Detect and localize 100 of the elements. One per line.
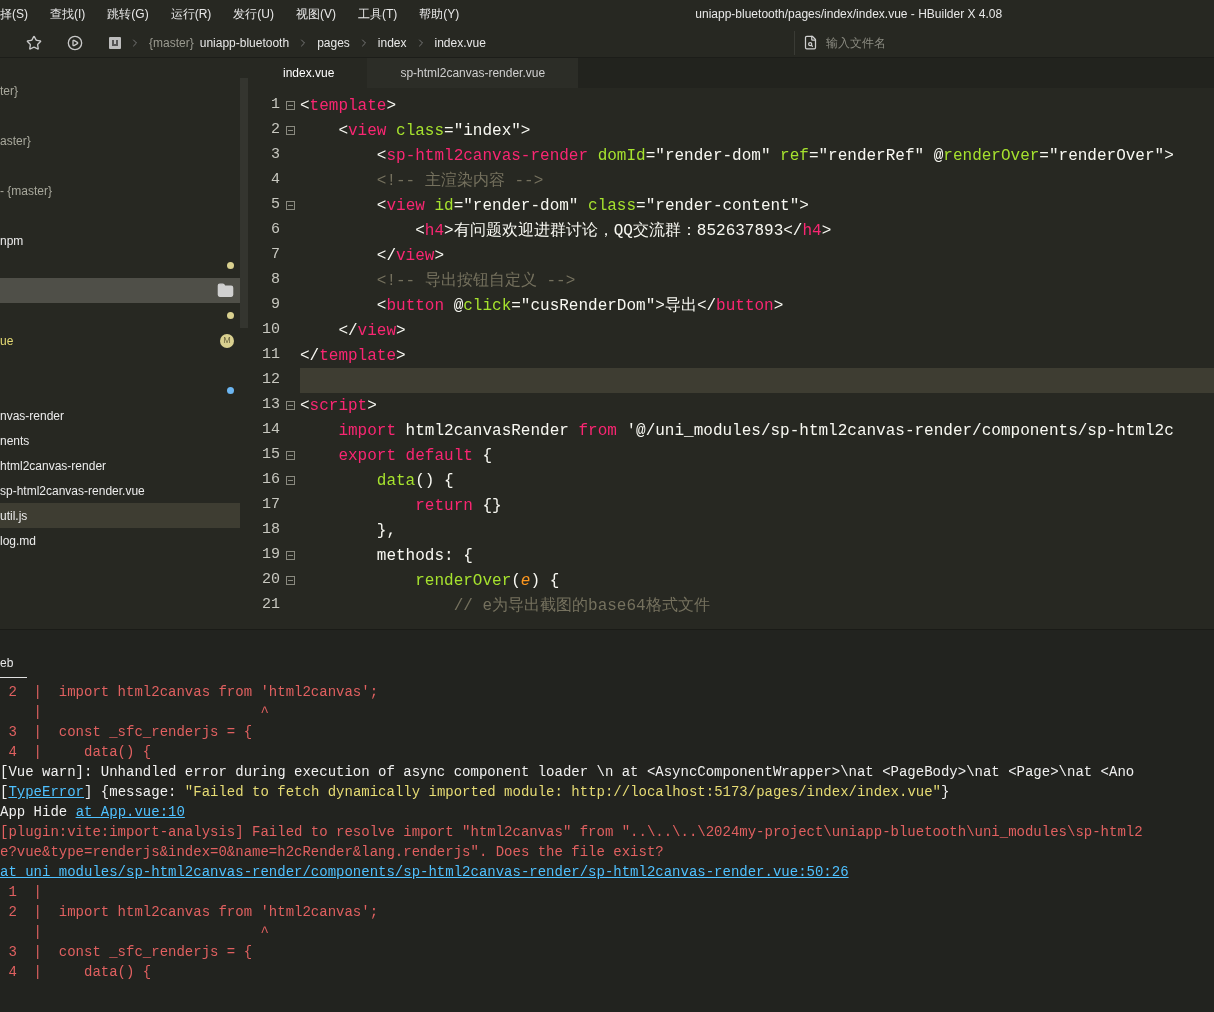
console-line: [plugin:vite:import-analysis] Failed to resolve import "html2canvas" from "..\..\..\2024my-project\uniapp-bluetooth\uni_modules\sp-html2 bbox=[0, 824, 1143, 840]
breadcrumb-item[interactable]: index bbox=[377, 33, 407, 52]
tree-item-label: util.js bbox=[0, 507, 28, 525]
search-icon bbox=[802, 35, 818, 50]
menu-item[interactable]: 跳转(G) bbox=[107, 5, 149, 23]
console-link[interactable]: TypeError bbox=[8, 784, 85, 800]
code-line: <script> bbox=[300, 395, 377, 417]
console-line: App Hide at App.vue:10 bbox=[0, 804, 185, 820]
line-number: 14 bbox=[261, 420, 280, 441]
line-number: 10 bbox=[261, 320, 280, 341]
fold-icon[interactable] bbox=[285, 201, 295, 210]
line-number: 17 bbox=[261, 495, 280, 516]
menu-item[interactable]: 视图(V) bbox=[296, 5, 336, 23]
tree-row[interactable]: sp-html2canvas-render.vue bbox=[0, 478, 240, 503]
code-line: <h4>有问题欢迎进群讨论，QQ交流群：852637893</h4> bbox=[414, 220, 832, 242]
tree-row[interactable]: npm bbox=[0, 228, 240, 253]
console-link[interactable]: at App.vue:10 bbox=[75, 804, 185, 820]
code-line: import html2canvasRender from '@/uni_modules/sp-html2canvas-render/components/sp-html2c bbox=[337, 420, 1174, 442]
tree-item-label: aster} bbox=[0, 132, 31, 150]
console-link[interactable]: at uni_modules/sp-html2canvas-render/components/sp-html2canvas-render/sp-html2canvas-render.vue:50:26 bbox=[0, 864, 849, 880]
fold-icon[interactable] bbox=[285, 101, 295, 110]
tree-item-label: - {master} bbox=[0, 182, 53, 200]
fold-icon[interactable] bbox=[285, 401, 295, 410]
tree-row[interactable]: nvas-render bbox=[0, 403, 240, 428]
fold-icon[interactable] bbox=[285, 126, 295, 135]
tree-item-label: ue bbox=[0, 332, 14, 350]
line-number: 8 bbox=[270, 270, 280, 291]
tree-item-label: html2canvas-render bbox=[0, 457, 107, 475]
line-number: 21 bbox=[261, 595, 280, 616]
tree-item-label: log.md bbox=[0, 532, 37, 550]
play-icon[interactable] bbox=[67, 34, 83, 51]
tree-item-label: nents bbox=[0, 432, 30, 450]
line-number: 16 bbox=[261, 470, 280, 491]
line-number: 7 bbox=[270, 245, 280, 266]
menu-item[interactable]: 查找(I) bbox=[50, 5, 86, 23]
tree-row[interactable]: log.md bbox=[0, 528, 240, 553]
scrollbar[interactable] bbox=[240, 78, 248, 328]
line-number: 2 bbox=[270, 120, 280, 141]
menu-item[interactable]: 运行(R) bbox=[170, 5, 212, 23]
console-line: 4 | data() { bbox=[7, 744, 152, 760]
console-line: 2 | import html2canvas from 'html2canvas'; bbox=[7, 684, 379, 700]
tree-row[interactable]: util.js bbox=[0, 503, 240, 528]
tree-row[interactable]: ter} bbox=[0, 78, 240, 103]
tree-item-label: nvas-render bbox=[0, 407, 65, 425]
console-line: 1 | bbox=[7, 884, 42, 900]
tree-row[interactable]: aster} bbox=[0, 128, 240, 153]
console-line: 4 | data() { bbox=[7, 964, 152, 980]
console-line: [TypeError] {message: "Failed to fetch dynamically imported module: http://localhost:5173/pages/index/index.vue"} bbox=[0, 784, 950, 800]
file-search-input[interactable]: 输入文件名 bbox=[825, 33, 1026, 52]
line-number: 19 bbox=[261, 545, 280, 566]
breadcrumb-item[interactable]: pages bbox=[317, 33, 350, 52]
code-line: <button @click="cusRenderDom">导出</button> bbox=[375, 295, 784, 317]
line-number: 5 bbox=[270, 195, 280, 216]
line-number: 13 bbox=[261, 395, 280, 416]
star-icon[interactable] bbox=[26, 34, 42, 51]
line-number: 6 bbox=[270, 220, 280, 241]
code-line: <sp-html2canvas-render domId="render-dom" ref="renderRef" @renderOver="renderOver"> bbox=[375, 145, 1174, 167]
console-tab[interactable]: eb bbox=[0, 654, 28, 678]
file-search-field[interactable]: 输入文件名 bbox=[793, 30, 1028, 55]
line-number: 20 bbox=[261, 570, 280, 591]
tree-item-label: ter} bbox=[0, 82, 18, 100]
menu-item[interactable]: 择(S) bbox=[0, 5, 28, 23]
tree-row[interactable]: html2canvas-render bbox=[0, 453, 240, 478]
code-line: </view> bbox=[375, 245, 445, 267]
code-line: // e为导出截图的base64格式文件 bbox=[452, 595, 710, 617]
fold-icon[interactable] bbox=[285, 576, 295, 585]
code-line: }, bbox=[375, 520, 396, 542]
tree-row[interactable]: - {master} bbox=[0, 178, 240, 203]
fold-icon[interactable] bbox=[285, 451, 295, 460]
console-line: 2 | import html2canvas from 'html2canvas'; bbox=[7, 904, 379, 920]
code-line: <!-- 主渲染内容 --> bbox=[375, 170, 544, 192]
console-line: [Vue warn]: Unhandled error during execution of async component loader \n at <AsyncComponentWrapper>\nat <PageBody>\nat <Page>\nat <Ano bbox=[0, 764, 1135, 780]
code-line: <view id="render-dom" class="render-content"> bbox=[375, 195, 809, 217]
tree-item-label: npm bbox=[0, 232, 24, 250]
tree-row[interactable]: nents bbox=[0, 428, 240, 453]
breadcrumb-item[interactable]: index.vue bbox=[434, 33, 486, 52]
code-line: methods: { bbox=[375, 545, 473, 567]
fold-icon[interactable] bbox=[285, 551, 295, 560]
tree-row[interactable] bbox=[0, 278, 240, 303]
line-number: 3 bbox=[270, 145, 280, 166]
menu-item[interactable]: 工具(T) bbox=[358, 5, 398, 23]
menu-item[interactable]: 帮助(Y) bbox=[419, 5, 460, 23]
console-line: | ^ bbox=[32, 924, 269, 940]
code-line: export default { bbox=[337, 445, 493, 467]
editor-tab[interactable]: sp-html2canvas-render.vue bbox=[367, 58, 579, 88]
code-line: <view class="index"> bbox=[337, 120, 531, 142]
code-line: <template> bbox=[300, 95, 397, 117]
menu-item[interactable]: 发行(U) bbox=[233, 5, 274, 23]
tree-row[interactable]: ue M bbox=[0, 328, 240, 353]
editor-tab[interactable]: index.vue bbox=[250, 58, 368, 88]
line-number: 1 bbox=[270, 95, 280, 116]
project-icon bbox=[109, 36, 121, 49]
fold-icon[interactable] bbox=[285, 476, 295, 485]
breadcrumb-item[interactable]: uniapp-bluetooth bbox=[199, 33, 290, 52]
code-line: data() { bbox=[375, 470, 454, 492]
code-line: </view> bbox=[337, 320, 406, 342]
code-line: renderOver(e) { bbox=[414, 570, 560, 592]
window-title: uniapp-bluetooth/pages/index/index.vue - HBuilder X 4.08 bbox=[695, 6, 1003, 23]
line-number: 9 bbox=[270, 295, 280, 316]
tree-item-label: sp-html2canvas-render.vue bbox=[0, 482, 145, 500]
